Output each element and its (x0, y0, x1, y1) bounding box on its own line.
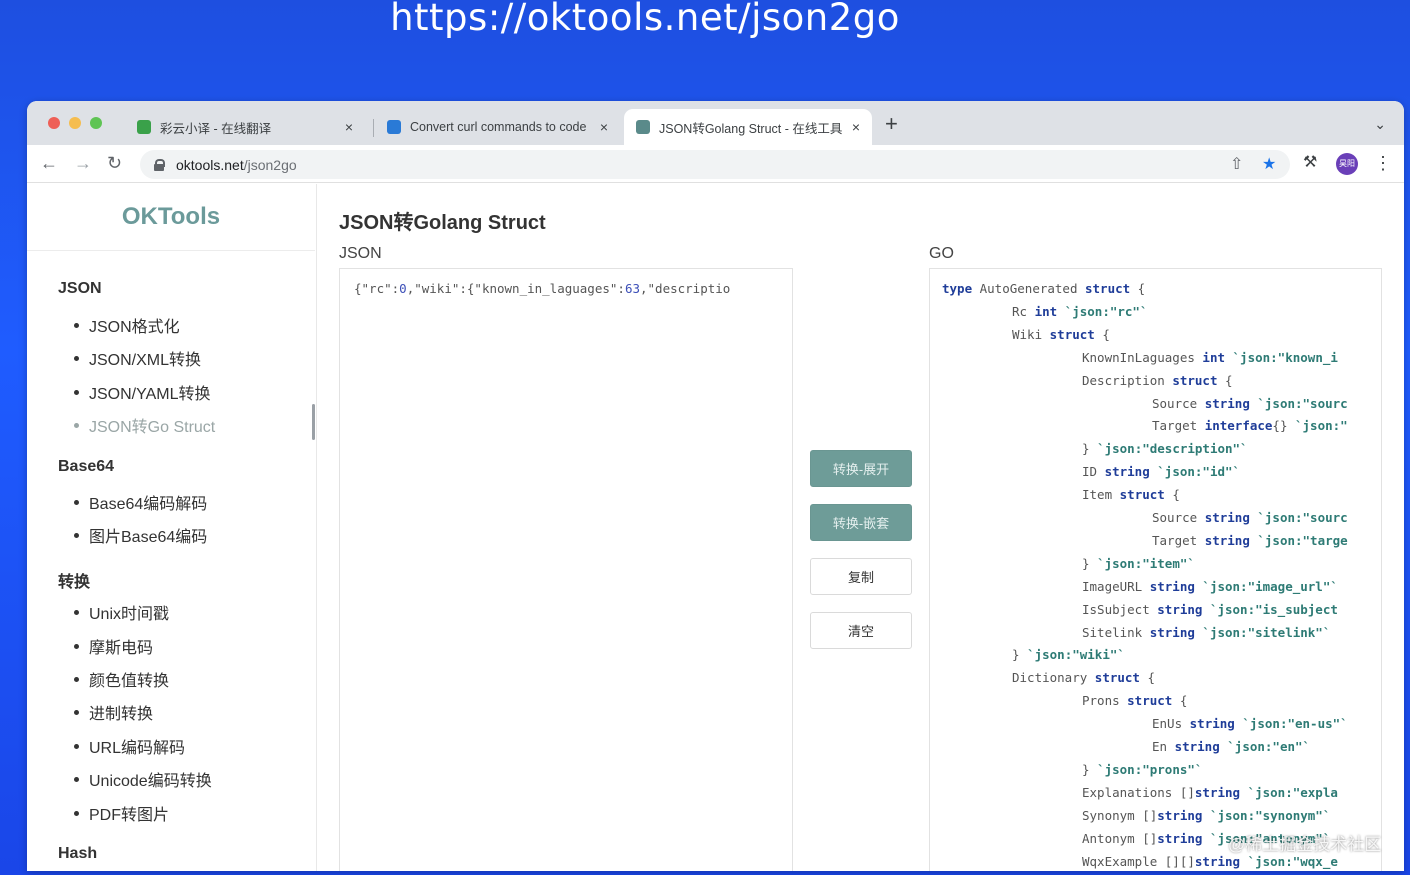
nav-item-morse-code[interactable]: 摩斯电码 (74, 634, 153, 658)
json-panel-label: JSON (339, 245, 382, 262)
go-code-line: Prons struct { (1082, 693, 1188, 709)
tab-title: JSON转Golang Struct - 在线工具 (659, 121, 843, 136)
nav-item-json-format[interactable]: JSON格式化 (74, 313, 180, 337)
go-code-line: type AutoGenerated struct { (942, 281, 1146, 296)
nav-item-json-go-struct[interactable]: JSON转Go Struct (74, 413, 215, 437)
tab-separator (373, 119, 374, 137)
nav-group-convert: 转换 (58, 574, 91, 591)
reload-icon[interactable]: ↻ (107, 153, 122, 173)
kebab-menu-icon[interactable]: ⋮ (1374, 153, 1392, 173)
avatar[interactable]: 昊阳 (1336, 153, 1358, 175)
go-code-line: Source string `json:"sourc (1152, 510, 1348, 525)
convert-nested-button[interactable]: 转换-嵌套 (810, 504, 912, 541)
site-logo[interactable]: OKTools (27, 184, 315, 251)
go-code-line: Synonym []string `json:"synonym"` (1082, 807, 1331, 823)
nav-group-json: JSON (58, 280, 102, 297)
nav-item-json-yaml[interactable]: JSON/YAML转换 (74, 380, 211, 404)
go-code-line: ImageURL string `json:"image_url"` (1082, 578, 1338, 594)
nav-item-json-xml[interactable]: JSON/XML转换 (74, 346, 201, 370)
nav-item-pdf-to-image[interactable]: PDF转图片 (74, 801, 169, 825)
nav-item-unix-timestamp[interactable]: Unix时间戳 (74, 600, 169, 624)
sidebar-scrollbar[interactable] (312, 404, 315, 440)
go-code-line: Target interface{} `json:" (1152, 418, 1348, 434)
page-content: OKTools JSON JSON格式化 JSON/XML转换 JSON/YAM… (27, 184, 1404, 871)
tab-strip: 彩云小译 - 在线翻译 × Convert curl commands to c… (27, 101, 1404, 145)
share-icon[interactable]: ⇧ (1230, 154, 1243, 174)
copy-button[interactable]: 复制 (810, 558, 912, 595)
tab-search-chevron-icon[interactable]: ⌄ (1374, 116, 1386, 133)
puzzle-icon[interactable]: ⚒ (1303, 153, 1317, 173)
nav-item-url-codec[interactable]: URL编码解码 (74, 734, 185, 758)
tab-caiyun[interactable]: 彩云小译 - 在线翻译 × (125, 109, 365, 145)
new-tab-button[interactable]: + (885, 113, 898, 135)
nav-item-radix-convert[interactable]: 进制转换 (74, 700, 153, 724)
go-code-line: } `json:"item"` (1082, 555, 1195, 571)
nav-group-hash: Hash (58, 845, 98, 862)
page-title: JSON转Golang Struct (339, 212, 546, 234)
go-code-line: Item struct { (1082, 487, 1180, 503)
back-arrow-icon[interactable]: ← (40, 153, 58, 173)
go-code-line: EnUs string `json:"en-us"` (1152, 716, 1348, 732)
go-code-line: Dictionary struct { (1012, 670, 1156, 686)
star-icon[interactable]: ★ (1262, 154, 1276, 174)
go-code-line: Source string `json:"sourc (1152, 395, 1348, 411)
oktools-favicon-icon (636, 120, 650, 134)
json-input-text: {"rc":0,"wiki":{"known_in_laguages":63,"… (354, 281, 731, 296)
nav-item-color-convert[interactable]: 颜色值转换 (74, 667, 169, 691)
tab-json2go[interactable]: JSON转Golang Struct - 在线工具 × (624, 109, 872, 145)
tab-curl-converter[interactable]: Convert curl commands to code × (375, 109, 620, 145)
browser-toolbar: ← → ↻ oktools.net/json2go ⇧ ★ ⚒ 昊阳 ⋮ (27, 145, 1404, 183)
tab-close-icon[interactable]: × (852, 119, 860, 135)
minimize-window-button[interactable] (69, 117, 81, 129)
forward-arrow-icon[interactable]: → (74, 153, 92, 173)
nav-item-unicode-convert[interactable]: Unicode编码转换 (74, 767, 212, 791)
watermark: @稀土掘金技术社区 (1228, 835, 1382, 854)
go-code-line: ID string `json:"id"` (1082, 464, 1241, 480)
go-code-line: IsSubject string `json:"is_subject (1082, 601, 1338, 617)
go-code-line: En string `json:"en"` (1152, 739, 1311, 754)
go-code-line: KnownInLaguages int `json:"known_i (1082, 349, 1338, 365)
nav-item-image-base64[interactable]: 图片Base64编码 (74, 523, 207, 547)
nav-group-base64: Base64 (58, 458, 115, 475)
tab-close-icon[interactable]: × (345, 119, 353, 135)
lock-icon (154, 159, 165, 171)
convert-expand-button[interactable]: 转换-展开 (810, 450, 912, 487)
address-url: oktools.net/json2go (176, 156, 297, 173)
go-code-line: } `json:"wiki"` (1012, 647, 1125, 663)
tab-close-icon[interactable]: × (600, 119, 608, 135)
maximize-window-button[interactable] (90, 117, 102, 129)
tab-title: Convert curl commands to code (410, 120, 587, 134)
go-code-line: Wiki struct { (1012, 326, 1110, 342)
caiyun-favicon-icon (137, 120, 151, 134)
go-code-line: Description struct { (1082, 372, 1233, 388)
close-window-button[interactable] (48, 117, 60, 129)
banner-url: https://oktools.net/json2go (390, 0, 900, 39)
address-bar[interactable]: oktools.net/json2go ⇧ ★ (140, 150, 1290, 179)
go-code-line: WqxExample [][]string `json:"wqx_e (1082, 853, 1338, 869)
go-code-line: Explanations []string `json:"expla (1082, 784, 1338, 800)
tab-title: 彩云小译 - 在线翻译 (160, 121, 272, 136)
go-output-editor[interactable]: type AutoGenerated struct { Rc int `json:… (929, 268, 1382, 871)
clear-button[interactable]: 清空 (810, 612, 912, 649)
go-code-line: Sitelink string `json:"sitelink"` (1082, 624, 1331, 640)
go-code-line: } `json:"description"` (1082, 441, 1248, 457)
sidebar: OKTools JSON JSON格式化 JSON/XML转换 JSON/YAM… (27, 184, 317, 871)
go-code-line: Target string `json:"targe (1152, 532, 1348, 548)
json-input-editor[interactable]: {"rc":0,"wiki":{"known_in_laguages":63,"… (339, 268, 793, 871)
go-code-line: Rc int `json:"rc"` (1012, 303, 1148, 319)
browser-window: 彩云小译 - 在线翻译 × Convert curl commands to c… (27, 101, 1404, 871)
go-code-line: } `json:"prons"` (1082, 761, 1203, 777)
nav-item-base64-codec[interactable]: Base64编码解码 (74, 490, 207, 514)
curl-favicon-icon (387, 120, 401, 134)
go-panel-label: GO (929, 245, 954, 262)
